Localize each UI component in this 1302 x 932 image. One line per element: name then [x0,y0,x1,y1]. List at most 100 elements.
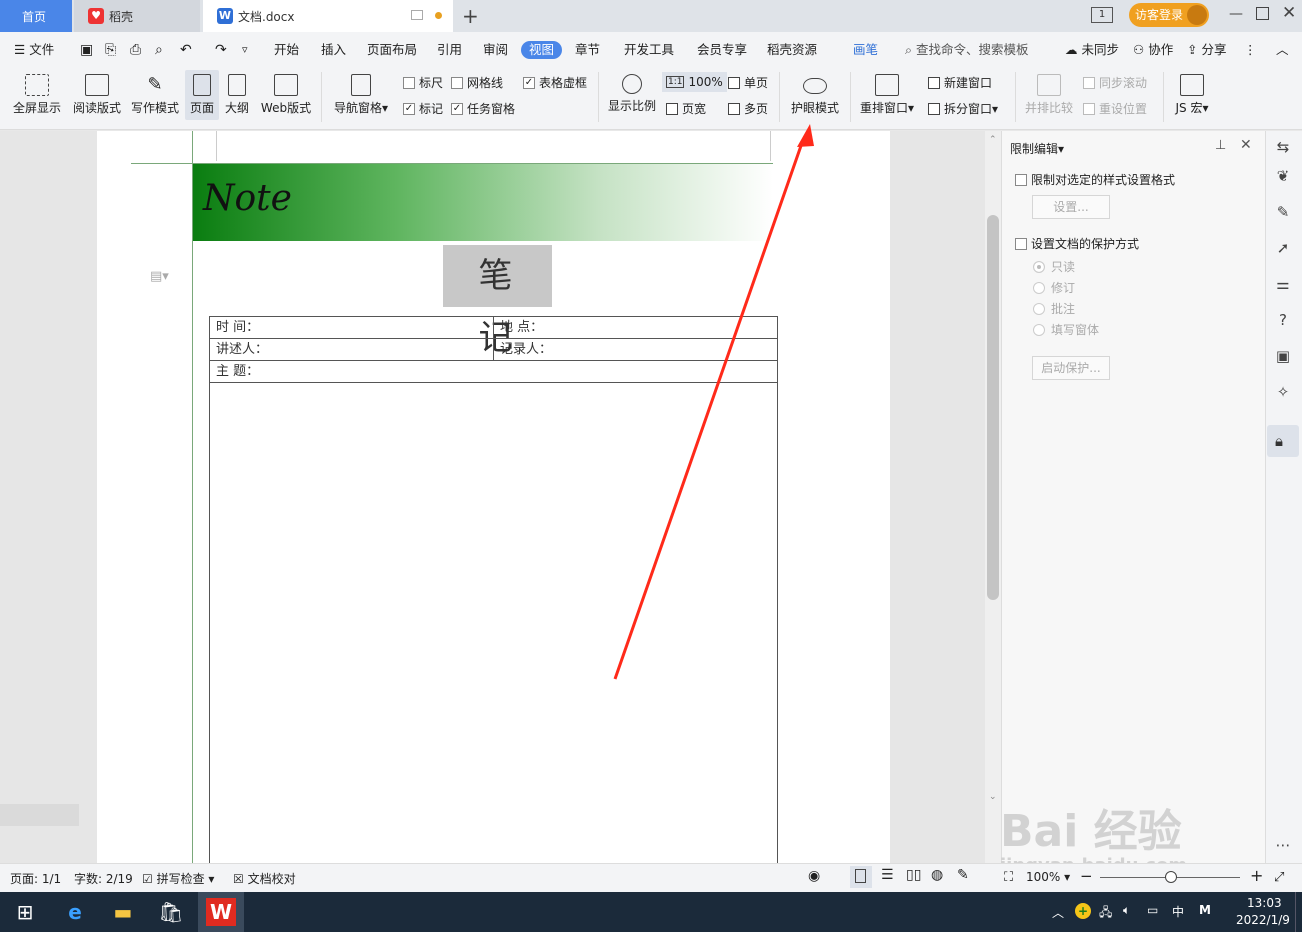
volume-icon[interactable]: 🔈︎ [1123,903,1130,918]
multi-page-button[interactable]: 多页 [728,100,768,117]
menu-developer[interactable]: 开发工具 [624,41,674,59]
pin-icon[interactable]: ⊥ [1215,138,1226,153]
expand-icon[interactable]: ⇆ [1274,138,1292,156]
monitor-icon[interactable] [411,10,423,20]
fullscreen-status-icon[interactable]: ⤢ [1274,870,1284,885]
clock-date[interactable]: 2022/1/9 [1236,913,1290,927]
page-layout-button[interactable]: 页面 [185,70,219,120]
store-icon[interactable]: 🛍︎ [154,896,188,928]
select-cursor-icon[interactable]: ➚ [1274,239,1292,257]
fill-form-radio[interactable]: 填写窗体 [1033,321,1099,338]
scroll-down-icon[interactable]: ⌄ [989,792,997,802]
wps-taskbar-button[interactable]: W [198,892,244,932]
restore-icon[interactable] [1256,7,1269,20]
ruler-checkbox[interactable]: 标尺 [403,74,443,91]
table-dash-checkbox[interactable]: ✓ 表格虚框 [523,74,587,91]
start-protection-button[interactable]: 启动保护... [1032,356,1110,380]
eye-protection-button[interactable]: 护眼模式 [787,74,843,116]
protection-mode-checkbox[interactable] [1015,237,1027,250]
panel-close-icon[interactable]: ✕ [1240,137,1252,153]
revise-radio[interactable]: 修订 [1033,279,1075,296]
zoom-out-icon[interactable]: − [1080,867,1093,885]
edit-pen-icon[interactable]: ✎ [1274,203,1292,221]
ime-mode-indicator[interactable]: M [1199,903,1211,917]
minimize-icon[interactable]: — [1229,6,1243,22]
web-layout-button[interactable]: Web版式 [258,74,314,116]
tab-home[interactable]: 首页 [0,0,72,32]
readonly-radio[interactable]: 只读 [1033,258,1075,275]
notification-tray-icon[interactable]: ▭ [1147,903,1158,917]
restrict-format-option[interactable]: 限制对选定的样式设置格式 [1015,171,1175,188]
print-preview-icon[interactable]: ⌕ [155,41,163,59]
settings-button[interactable]: 设置... [1032,195,1110,219]
share-button[interactable]: ⇪ 分享 [1187,41,1226,59]
outline-view-icon[interactable]: ☰ [881,867,894,883]
revise-radio-dot[interactable] [1033,281,1045,294]
menu-reference[interactable]: 引用 [437,41,462,59]
fit-page-icon[interactable]: ⛶ [1004,870,1013,885]
paragraph-marker-icon[interactable]: ▤▾ [150,269,169,284]
menu-insert[interactable]: 插入 [321,41,346,59]
zoom-100-button[interactable]: 1:1 100% [662,72,727,92]
readonly-radio-dot[interactable] [1033,260,1045,273]
file-menu[interactable]: ☰ 文件 [14,41,54,59]
fill-form-radio-dot[interactable] [1033,323,1045,336]
note-form-table[interactable]: 时 间： 地 点： 讲述人： 记录人： 主 题： [209,316,778,863]
tray-expand-icon[interactable]: ︿ [1052,904,1064,921]
style-icon[interactable]: ❦ [1274,167,1292,185]
zoom-ratio-button[interactable]: 显示比例 [606,74,658,114]
print-icon[interactable]: ⎙ [130,41,141,59]
more-menu-icon[interactable]: ⋮ [1244,41,1257,59]
tab-document[interactable]: W 文档.docx [203,0,453,32]
eye-mode-status-icon[interactable]: ◉ [808,868,820,884]
web-view-icon[interactable]: ◍ [931,867,943,883]
redo-icon[interactable]: ↷ [215,41,227,59]
word-count[interactable]: 字数: 2/19 [74,870,133,887]
ruler-check-box[interactable] [403,76,415,89]
search-command[interactable]: ⌕ 查找命令、搜索模板 [905,41,1029,59]
edge-browser-icon[interactable]: e [58,896,92,928]
sync-status[interactable]: ☁ 未同步 [1065,41,1119,59]
new-window-button[interactable]: 新建窗口 [928,74,992,91]
comment-radio[interactable]: 批注 [1033,300,1075,317]
page-view-status-button[interactable] [850,866,872,888]
more-icon[interactable]: ⋯ [1274,836,1292,854]
page-indicator[interactable]: 页面: 1/1 [10,870,61,887]
note-title[interactable]: 笔 记 [443,245,552,358]
login-button[interactable]: 访客登录 [1129,3,1209,27]
nav-pane-button[interactable]: 导航窗格▾ [330,74,392,116]
tab-count-icon[interactable]: 1 [1091,7,1113,23]
menu-member[interactable]: 会员专享 [697,41,747,59]
clock-time[interactable]: 13:03 [1247,896,1282,910]
read-view-icon[interactable]: ▯▯ [906,867,921,883]
file-explorer-icon[interactable]: ▬ [106,896,140,928]
fullscreen-button[interactable]: 全屏显示 [10,74,64,116]
menu-pen[interactable]: 画笔 [853,41,878,59]
document-canvas[interactable]: ▤▾ Note 笔 记 时 间： 地 点： 讲述人： 记录人： 主 题： [0,131,985,863]
menu-chapter[interactable]: 章节 [575,41,600,59]
backup-icon[interactable]: ✧ [1274,383,1292,401]
close-icon[interactable]: ✕ [1282,3,1296,23]
collapse-ribbon-icon[interactable]: ︿ [1276,41,1289,59]
scroll-up-icon[interactable]: ⌃ [989,135,997,145]
save-icon[interactable]: ▣ [80,41,93,59]
reset-position-button[interactable]: 重设位置 [1083,100,1147,117]
comment-radio-dot[interactable] [1033,302,1045,315]
sync-scroll-button[interactable]: 同步滚动 [1083,74,1147,91]
restrict-format-checkbox[interactable] [1015,173,1027,186]
outline-button[interactable]: 大纲 [222,74,252,116]
new-tab-button[interactable]: + [462,4,479,28]
menu-view[interactable]: 视图 [521,41,563,59]
undo-icon[interactable]: ↶ [180,41,192,59]
menu-review[interactable]: 审阅 [483,41,508,59]
panel-title[interactable]: 限制编辑 ▾ [1010,140,1064,157]
windows-start-icon[interactable]: ⊞ [8,896,42,928]
ime-indicator[interactable]: 中 [1172,903,1184,920]
taskpane-checkbox[interactable]: ✓ 任务窗格 [451,100,515,117]
side-by-side-button[interactable]: 并排比较 [1022,74,1076,116]
help-icon[interactable]: ? [1274,311,1292,329]
rearrange-window-button[interactable]: 重排窗口▾ [857,74,917,116]
mark-check-box[interactable]: ✓ [403,102,415,115]
menu-page-layout[interactable]: 页面布局 [367,41,417,59]
gridline-check-box[interactable] [451,76,463,89]
